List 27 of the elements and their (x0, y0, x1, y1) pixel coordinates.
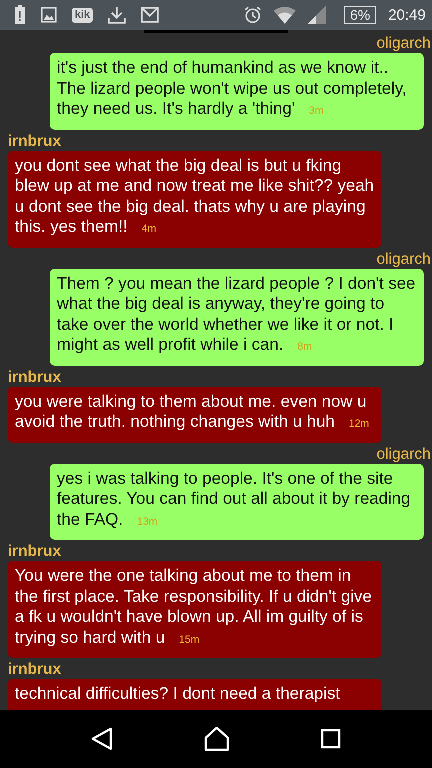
message-text: you were talking to them about me. even now u avoid the truth. nothing changes with u huh 12m (15, 392, 370, 433)
sender-name: oligarch (376, 34, 431, 53)
back-icon[interactable] (91, 727, 114, 751)
alarm-icon (244, 6, 262, 24)
message-text: Them ? you mean the lizard people ? I don't see what the big deal is anyway, they're going to take over the world whether we like it or not. I might as well profit while i can. 8m (57, 274, 417, 356)
message-text: yes i was talking to people. It's one of the site features. You can find out all about it by reading the FAQ. 13m (57, 468, 412, 530)
message-text: You were the one talking about me to them in the first place. Take responsibility. If u didn't give a fk u wouldn't have blown up. All im guilty of is trying so hard with u 15m (15, 566, 374, 648)
battery-alert-icon (14, 5, 26, 25)
signal-icon (308, 6, 326, 24)
home-icon[interactable] (204, 727, 230, 751)
sender-name: irnbrux (8, 660, 62, 679)
message-text: it's just the end of humankind as we know it.. The lizard people won't wipe us out completely, they need us. It's hardly a 'thing' 3m (57, 58, 408, 120)
message-text: technical difficulties? I dont need a therapist (15, 684, 342, 704)
sender-name: irnbrux (8, 132, 62, 150)
battery-level: 6% (344, 6, 376, 24)
clock-time: 20:49 (388, 6, 426, 24)
wifi-icon (274, 6, 296, 24)
image-icon (41, 7, 57, 23)
sender-name: irnbrux (8, 542, 62, 561)
recents-icon[interactable] (320, 729, 341, 749)
sender-name: oligarch (376, 250, 431, 268)
sender-name: oligarch (376, 444, 431, 464)
message-text: you dont see what the big deal is but u fking blew up at me and now treat me like shit?? yeah u dont see the big deal. thats why u are playing this. yes them!! 4m (15, 156, 375, 238)
kik-icon: kik (72, 8, 94, 22)
sender-name: irnbrux (8, 368, 62, 386)
download-icon (108, 6, 126, 24)
mail-icon (141, 7, 160, 23)
